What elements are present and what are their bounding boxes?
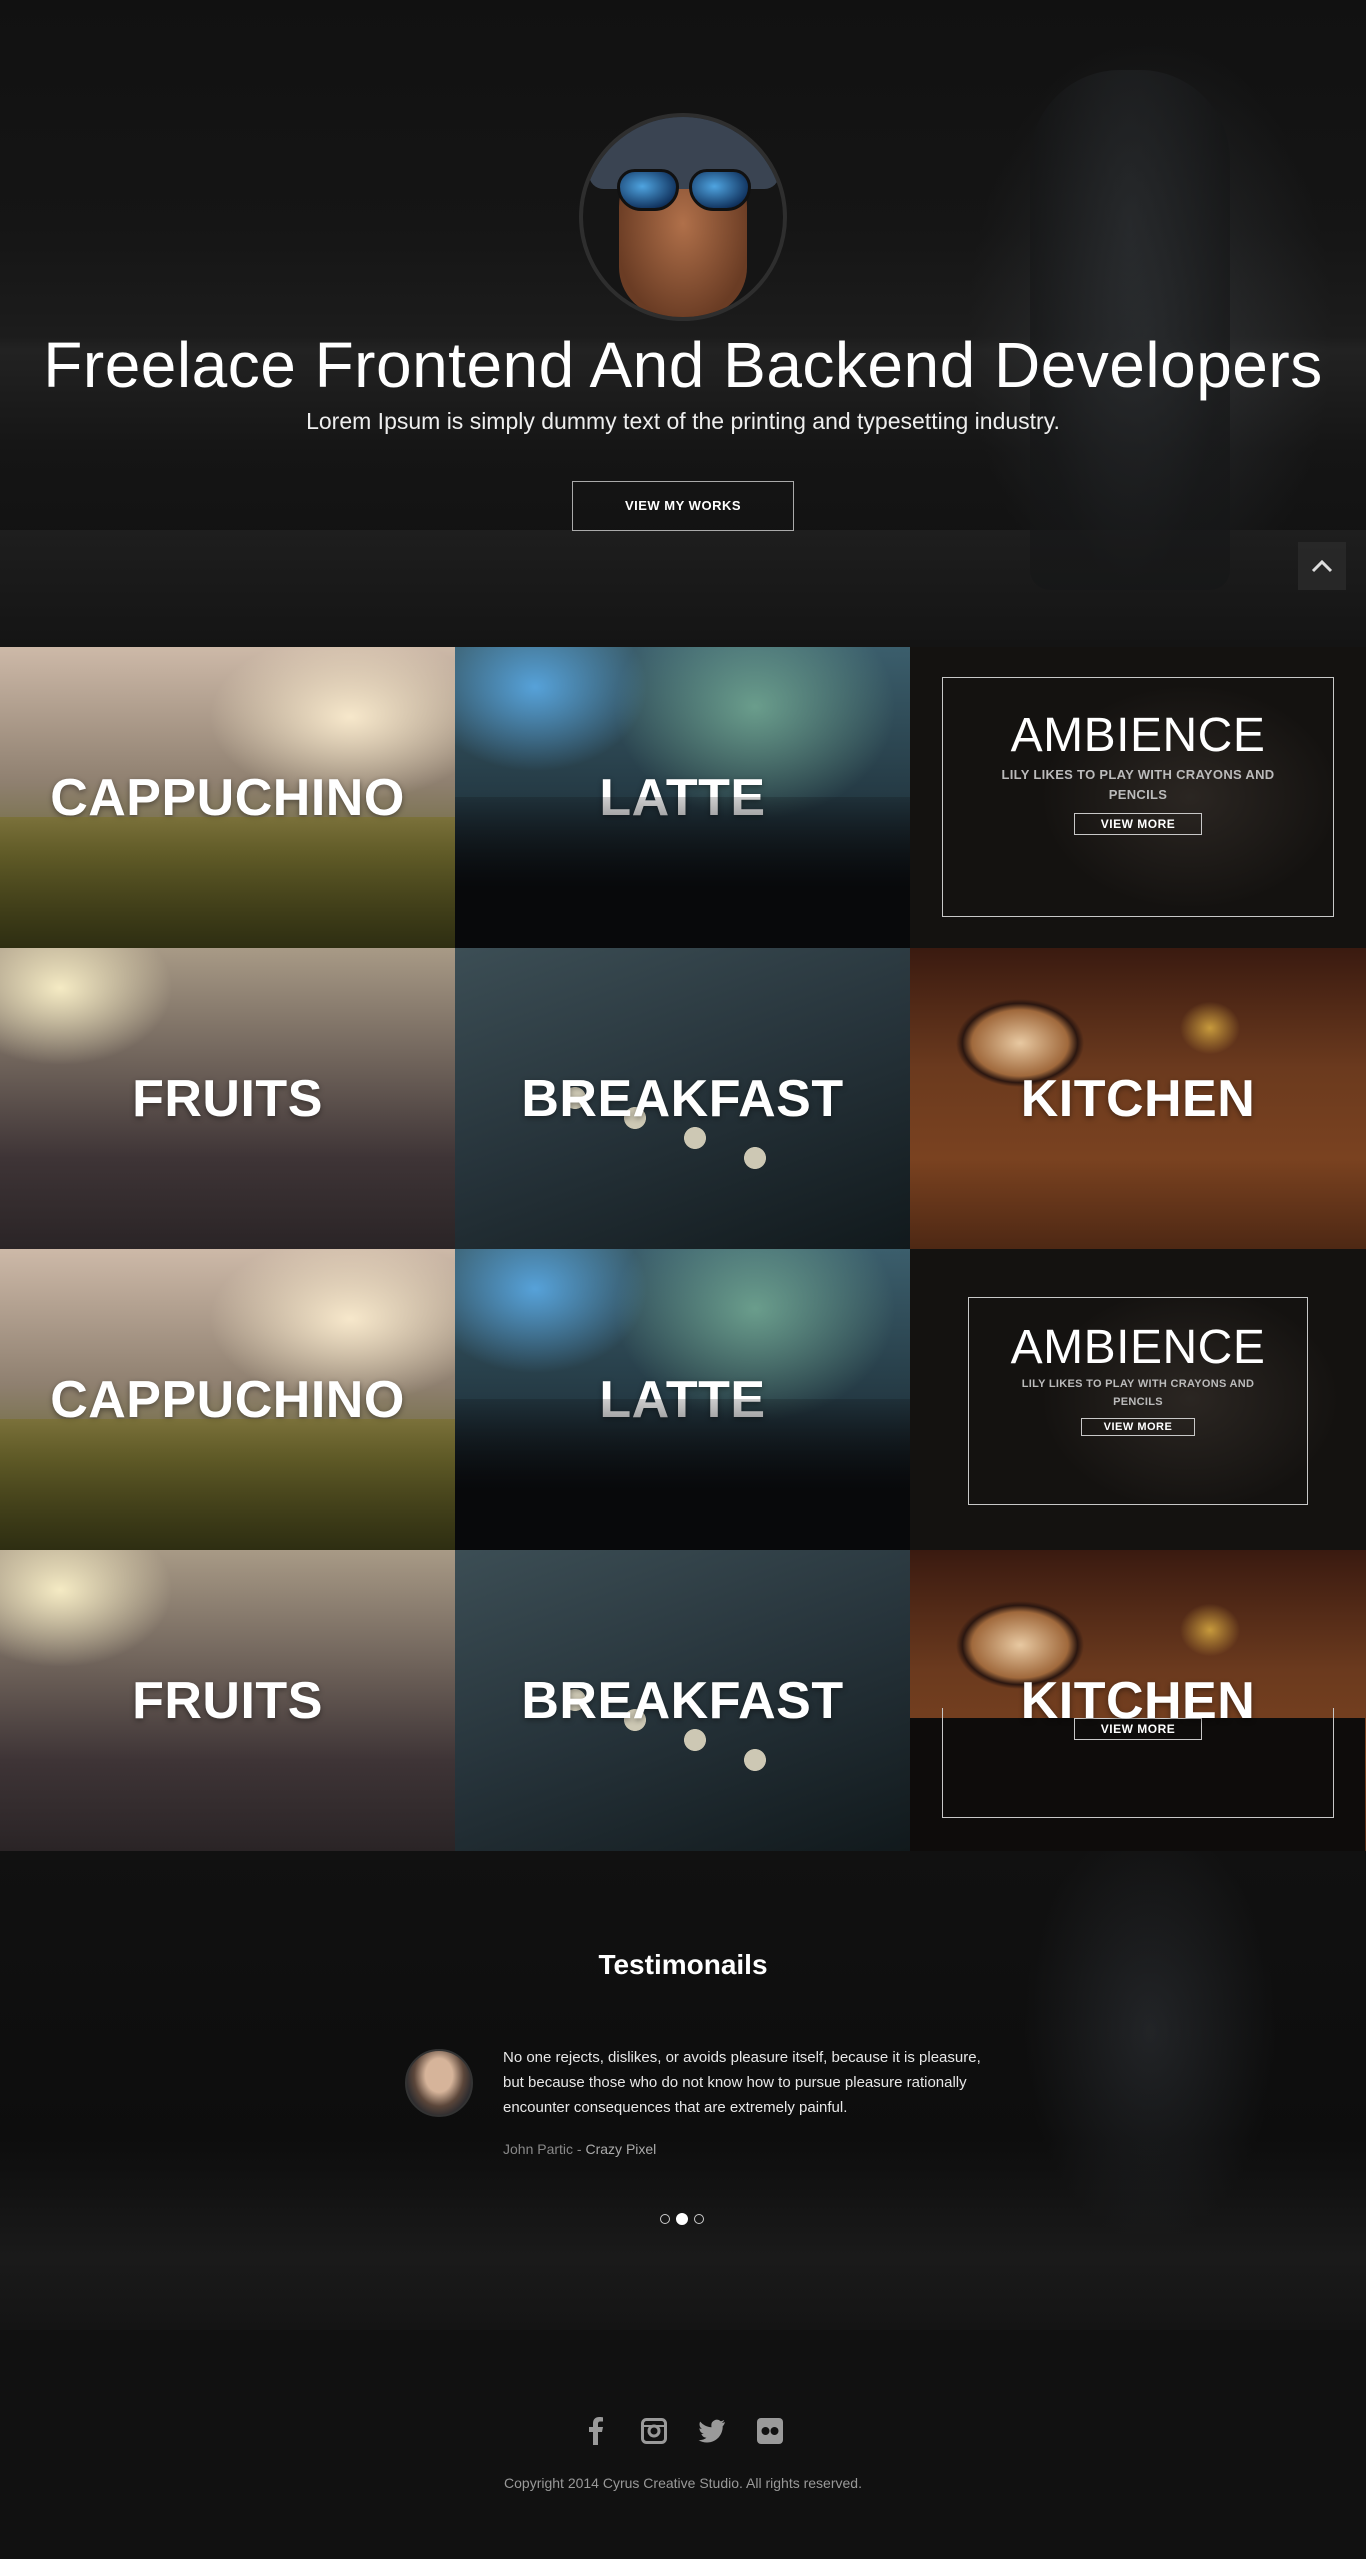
testimonial-author: John Partic - Crazy Pixel [503, 2141, 656, 2157]
grid-tile-ambience[interactable]: AMBIENCE LILY LIKES TO PLAY WITH CRAYONS… [910, 647, 1366, 948]
chevron-up-icon [1311, 559, 1333, 573]
grid-tile-cappuccino[interactable]: CAPPUCHINO [0, 1249, 455, 1550]
testimonial-quote: No one rejects, dislikes, or avoids plea… [503, 2049, 981, 2116]
sunglasses-right-lens [689, 169, 751, 211]
tile-label: BREAKFAST [521, 1069, 844, 1128]
avatar [579, 113, 787, 321]
testimonial-avatar [405, 2049, 473, 2117]
ambience-title: AMBIENCE [1010, 1321, 1266, 1374]
grid-tile-kitchen[interactable]: KITCHEN [910, 948, 1366, 1249]
ambience-card: AMBIENCE LILY LIKES TO PLAY WITH CRAYONS… [942, 677, 1334, 917]
footer: Copyright 2014 Cyrus Creative Studio. Al… [0, 2330, 1366, 2559]
tile-label: CAPPUCHINO [50, 768, 405, 827]
carousel-dot-1[interactable] [660, 2214, 670, 2224]
author-separator: - [573, 2141, 586, 2157]
testimonials-title: Testimonails [598, 1949, 768, 1980]
grid-tile-ambience[interactable]: AMBIENCE LILY LIKES TO PLAY WITH CRAYONS… [910, 1249, 1366, 1550]
ambience-description: LILY LIKES TO PLAY WITH CRAYONS AND PENC… [1001, 767, 1275, 802]
carousel-dot-2[interactable] [676, 2213, 688, 2225]
tile-label: FRUITS [132, 1069, 323, 1128]
sunglasses-left-lens [617, 169, 679, 211]
tile-label: LATTE [599, 1370, 766, 1429]
tile-label: KITCHEN [1020, 1671, 1256, 1730]
author-name: John Partic [503, 2141, 574, 2157]
scroll-to-top-button[interactable] [1298, 542, 1346, 590]
hero-subtitle: Lorem Ipsum is simply dummy text of the … [306, 408, 1060, 434]
ambience-card: AMBIENCE LILY LIKES TO PLAY WITH CRAYONS… [968, 1297, 1308, 1505]
instagram-icon[interactable] [638, 2415, 670, 2447]
carousel-dots [660, 2213, 704, 2225]
view-my-works-button[interactable]: VIEW MY WORKS [572, 481, 794, 531]
ambience-description: LILY LIKES TO PLAY WITH CRAYONS AND PENC… [1021, 1378, 1255, 1408]
hero-title: Freelace Frontend And Backend Developers [43, 329, 1323, 401]
grid-tile-kitchen[interactable]: VIEW MORE KITCHEN [910, 1550, 1366, 1851]
grid-tile-breakfast[interactable]: BREAKFAST [455, 948, 910, 1249]
carousel-dot-3[interactable] [694, 2214, 704, 2224]
tile-label: KITCHEN [1020, 1069, 1256, 1128]
flickr-icon[interactable] [754, 2415, 786, 2447]
tile-label: BREAKFAST [521, 1671, 844, 1730]
social-links [0, 2415, 1366, 2447]
grid-tile-breakfast[interactable]: BREAKFAST [455, 1550, 910, 1851]
facebook-icon[interactable] [580, 2415, 612, 2447]
ambience-title: AMBIENCE [1010, 709, 1266, 762]
portfolio-grid: CAPPUCHINO LATTE AMBIENCE LILY LIKES TO … [0, 647, 1366, 1851]
grid-tile-latte[interactable]: LATTE [455, 1249, 910, 1550]
author-company: Crazy Pixel [585, 2141, 657, 2157]
grid-tile-latte[interactable]: LATTE [455, 647, 910, 948]
hero-section: Freelace Frontend And Backend Developers… [0, 0, 1366, 647]
grid-tile-fruits[interactable]: FRUITS [0, 948, 455, 1249]
copyright-text: Copyright 2014 Cyrus Creative Studio. Al… [504, 2475, 862, 2491]
tile-label: FRUITS [132, 1671, 323, 1730]
view-more-button[interactable]: VIEW MORE [1080, 1418, 1196, 1436]
grid-tile-fruits[interactable]: FRUITS [0, 1550, 455, 1851]
twitter-icon[interactable] [696, 2415, 728, 2447]
avatar-cap [589, 117, 779, 189]
tile-label: CAPPUCHINO [50, 1370, 405, 1429]
tile-label: LATTE [599, 768, 766, 827]
grid-tile-cappuccino[interactable]: CAPPUCHINO [0, 647, 455, 948]
testimonials-section: Testimonails No one rejects, dislikes, o… [0, 1851, 1366, 2330]
view-more-button[interactable]: VIEW MORE [1073, 813, 1203, 835]
